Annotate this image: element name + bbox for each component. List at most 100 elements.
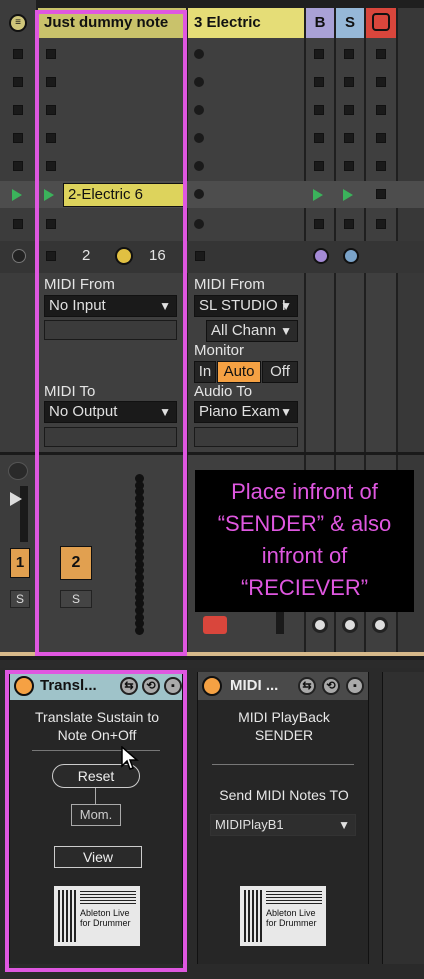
return-b-clip-slot[interactable] xyxy=(314,219,324,229)
scene-stop-button[interactable] xyxy=(13,133,23,143)
electric-clip-slot[interactable] xyxy=(194,161,204,171)
track-header-electric[interactable]: 3 Electric xyxy=(188,8,304,38)
return-b-clip-slot[interactable] xyxy=(314,161,324,171)
scene-launch-icon[interactable] xyxy=(12,189,22,201)
return-b-play-icon[interactable] xyxy=(313,189,323,201)
return-b-knob-icon[interactable] xyxy=(313,248,329,264)
master-clip-slot[interactable] xyxy=(376,219,386,229)
return-s-clip-slot[interactable] xyxy=(344,49,354,59)
return-s-clip-slot[interactable] xyxy=(344,161,354,171)
return-b-clip-slot[interactable] xyxy=(314,105,324,115)
annotation-line-2: “SENDER” & also xyxy=(217,511,392,536)
master-clip-slot[interactable] xyxy=(376,133,386,143)
return-s-clip-slot[interactable] xyxy=(344,133,354,143)
electric-clip-slot[interactable] xyxy=(194,105,204,115)
track-header-dummy[interactable]: Just dummy note xyxy=(38,8,186,38)
save-icon[interactable]: ▪ xyxy=(164,677,182,695)
electric-midi-from-value: SL STUDIO I xyxy=(199,297,286,314)
device-2-logo: Ableton Live for Drummer xyxy=(240,886,326,946)
master-clip-stop[interactable] xyxy=(376,189,386,199)
electric-record-button[interactable] xyxy=(203,616,227,634)
dummy-clip-slot[interactable] xyxy=(46,133,56,143)
audio-to-channel[interactable] xyxy=(194,427,298,447)
electric-clip-slot[interactable] xyxy=(194,77,204,87)
track-1-solo[interactable]: S xyxy=(10,590,30,608)
send-midi-select[interactable]: MIDIPlayB1 ▼ xyxy=(210,814,356,836)
dummy-clip-slot[interactable] xyxy=(46,219,56,229)
scene-stop-button[interactable] xyxy=(13,219,23,229)
audio-to-select[interactable]: Piano Exam ▼ xyxy=(194,401,298,423)
return-s-clip-slot[interactable] xyxy=(344,105,354,115)
device-2-desc-line-1: MIDI PlayBack xyxy=(238,709,330,725)
return-s-knob-icon[interactable] xyxy=(343,248,359,264)
return-b-clip-slot[interactable] xyxy=(314,77,324,87)
device-on-icon[interactable] xyxy=(202,676,222,696)
dummy-clip-slot[interactable] xyxy=(46,105,56,115)
master-fader-handle[interactable] xyxy=(10,492,22,506)
dummy-clip-slot[interactable] xyxy=(46,49,56,59)
electric-clip-slot[interactable] xyxy=(194,133,204,143)
link-icon[interactable]: ⇆ xyxy=(298,677,316,695)
device-2-header[interactable]: MIDI ... ⇆ ⟲ ▪ xyxy=(198,672,368,700)
master-clip-slot[interactable] xyxy=(376,49,386,59)
return-s-clip-slot[interactable] xyxy=(344,77,354,87)
scene-stop-button[interactable] xyxy=(13,49,23,59)
dummy-value-2: 16 xyxy=(149,247,166,264)
electric-stop-button[interactable] xyxy=(195,251,205,261)
electric-midi-from-select[interactable]: SL STUDIO I ▼ xyxy=(194,295,298,317)
electric-clip-slot[interactable] xyxy=(194,219,204,229)
dummy-knob-icon[interactable] xyxy=(115,247,133,265)
device-on-icon[interactable] xyxy=(14,676,34,696)
menu-icon[interactable]: ≡ xyxy=(9,14,27,32)
monitor-auto-button[interactable]: Auto xyxy=(217,361,261,383)
dummy-clip-slot[interactable] xyxy=(46,161,56,171)
device-2-divider xyxy=(212,764,354,765)
track-1-number[interactable]: 1 xyxy=(10,548,30,578)
scene-stop-button[interactable] xyxy=(13,161,23,171)
dummy-midi-to-channel[interactable] xyxy=(44,427,177,447)
electric-fader-slot[interactable] xyxy=(276,612,284,634)
device-1-header[interactable]: Transl... ⇆ ⟲ ▪ xyxy=(10,672,182,700)
master-clip-slot[interactable] xyxy=(376,161,386,171)
electric-midi-from-label: MIDI From xyxy=(194,276,265,293)
master-clip-slot[interactable] xyxy=(376,105,386,115)
return-s-button[interactable] xyxy=(342,617,358,633)
master-stop-icon[interactable] xyxy=(372,13,390,31)
return-b-button[interactable] xyxy=(312,617,328,633)
chevron-down-icon: ▼ xyxy=(338,818,350,832)
save-icon[interactable]: ▪ xyxy=(346,677,364,695)
dummy-midi-from-channel[interactable] xyxy=(44,320,177,340)
electric-channel-select[interactable]: All Chann ▼ xyxy=(206,320,298,342)
track-2-solo[interactable]: S xyxy=(60,590,92,608)
scene-stop-button[interactable] xyxy=(13,105,23,115)
annotation-line-4: “RECIEVER” xyxy=(240,575,369,600)
view-button[interactable]: View xyxy=(54,846,142,868)
electric-clip-slot[interactable] xyxy=(194,49,204,59)
return-b-clip-slot[interactable] xyxy=(314,49,324,59)
scene-stop-button[interactable] xyxy=(13,77,23,87)
clip-2-electric-6[interactable]: 2-Electric 6 xyxy=(63,183,184,207)
hotswap-icon[interactable]: ⟲ xyxy=(142,677,160,695)
annotation-line-1: Place infront of xyxy=(231,479,378,504)
track-2-number[interactable]: 2 xyxy=(60,546,92,580)
return-s-play-icon[interactable] xyxy=(343,189,353,201)
link-icon[interactable]: ⇆ xyxy=(120,677,138,695)
hotswap-icon[interactable]: ⟲ xyxy=(322,677,340,695)
return-s-clip-slot[interactable] xyxy=(344,219,354,229)
track-header-b[interactable]: B xyxy=(306,8,334,38)
master-button[interactable] xyxy=(372,617,388,633)
dummy-midi-from-select[interactable]: No Input ▼ xyxy=(44,295,177,317)
electric-clip-slot-dot[interactable] xyxy=(194,189,204,199)
return-b-clip-slot[interactable] xyxy=(314,133,324,143)
clip-play-icon[interactable] xyxy=(44,189,54,201)
mom-button[interactable]: Mom. xyxy=(71,804,121,826)
monitor-in-button[interactable]: In xyxy=(194,361,216,383)
track-header-s[interactable]: S xyxy=(336,8,364,38)
dummy-clip-slot[interactable] xyxy=(46,77,56,87)
device-2-desc-line-2: SENDER xyxy=(254,727,314,743)
dummy-stop-button[interactable] xyxy=(46,251,56,261)
monitor-off-button[interactable]: Off xyxy=(262,361,298,383)
master-clip-slot[interactable] xyxy=(376,77,386,87)
stop-all-icon[interactable] xyxy=(12,249,26,263)
dummy-midi-to-select[interactable]: No Output ▼ xyxy=(44,401,177,423)
